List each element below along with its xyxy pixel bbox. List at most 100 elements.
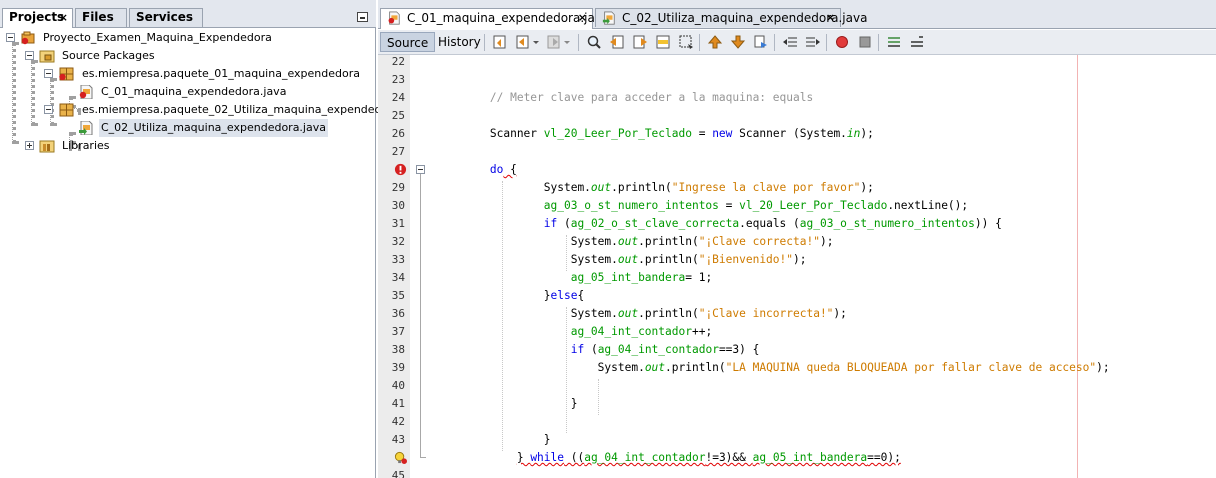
toolbar-separator [878, 34, 879, 51]
code-line[interactable]: do { [436, 161, 517, 179]
code-token: vl_20_Leer_Por_Teclado [739, 199, 888, 212]
tab-files[interactable]: Files [75, 8, 127, 27]
source-packages-icon [39, 50, 55, 63]
code-token: { [577, 289, 585, 302]
code-token: do [489, 163, 504, 176]
rectangular-selection-icon[interactable] [678, 34, 694, 50]
code-token: "LA MAQUINA queda BLOQUEADA por fallar c… [725, 361, 1097, 374]
warning-bulb-icon[interactable] [394, 451, 407, 464]
code-token: // Meter clave para acceder a la maquina… [489, 91, 814, 104]
code-line[interactable]: ag_03_o_st_numero_intentos = vl_20_Leer_… [436, 197, 968, 215]
minimize-window-icon[interactable] [357, 12, 368, 22]
code-line[interactable]: System.out.println("¡Clave correcta!"); [436, 233, 834, 251]
code-line[interactable]: } [436, 431, 551, 449]
history-view-button[interactable]: History [432, 32, 487, 52]
code-token: = [691, 127, 713, 140]
collapse-icon[interactable] [25, 51, 34, 60]
expand-icon[interactable] [25, 141, 34, 150]
line-number: 36 [391, 307, 405, 320]
code-token: ++; [691, 325, 713, 338]
editor-tabbar: C_01_maquina_expendedora.java × C_02_Uti… [378, 0, 1216, 29]
code-token: if [570, 343, 585, 356]
back-icon[interactable] [515, 34, 531, 50]
line-number: 33 [391, 253, 405, 266]
code-line[interactable]: System.out.println("Ingrese la clave por… [436, 179, 874, 197]
line-number: 43 [391, 433, 405, 446]
fold-connector [420, 457, 426, 458]
find-icon[interactable] [586, 34, 602, 50]
code-line[interactable]: ag_05_int_bandera= 1; [436, 269, 712, 287]
code-token: ag_04_int_contador [570, 325, 692, 338]
code-line[interactable]: System.out.println("¡Bienvenido!"); [436, 251, 807, 269]
error-icon[interactable] [394, 163, 407, 176]
code-token: )) { [974, 217, 1002, 230]
code-token: new [712, 127, 733, 140]
code-token: ag_03_o_st_numero_intentos [799, 217, 975, 230]
code-token: ==3) { [718, 343, 760, 356]
code-line[interactable]: if (ag_04_int_contador==3) { [436, 341, 760, 359]
toggle-bookmark-icon[interactable] [753, 34, 769, 50]
code-line[interactable]: Scanner vl_20_Leer_Por_Teclado = new Sca… [436, 125, 874, 143]
collapse-icon[interactable] [44, 105, 53, 114]
close-icon[interactable]: × [59, 9, 68, 26]
tree-connector [50, 78, 54, 126]
line-number: 35 [391, 289, 405, 302]
code-token: out [590, 181, 612, 194]
code-token: = 1; [685, 271, 713, 284]
line-number: 34 [391, 271, 405, 284]
line-number: 24 [391, 91, 405, 104]
close-tab-icon[interactable]: × [826, 9, 835, 27]
previous-bookmark-icon[interactable] [707, 34, 723, 50]
back-dropdown-icon[interactable] [532, 34, 540, 50]
line-number: 32 [391, 235, 405, 248]
code-line[interactable]: } [436, 395, 578, 413]
shift-right-icon[interactable] [805, 34, 821, 50]
code-token: System. [436, 307, 618, 320]
find-next-icon[interactable] [632, 34, 648, 50]
line-number: 41 [391, 397, 405, 410]
stop-macro-recording-icon[interactable] [857, 34, 873, 50]
collapse-icon[interactable] [6, 33, 15, 42]
code-token: out [644, 361, 666, 374]
close-tab-icon[interactable]: × [578, 9, 587, 27]
fold-collapse-icon[interactable] [416, 165, 425, 174]
start-macro-recording-icon[interactable] [834, 34, 850, 50]
toggle-highlight-icon[interactable] [655, 34, 671, 50]
tab-projects[interactable]: Projects × [2, 8, 73, 28]
last-edit-icon[interactable] [492, 34, 508, 50]
code-line[interactable]: // Meter clave para acceder a la maquina… [436, 89, 813, 107]
find-previous-icon[interactable] [609, 34, 625, 50]
java-file-icon [79, 121, 93, 135]
collapse-icon[interactable] [44, 69, 53, 78]
code-line[interactable]: System.out.println("¡Clave incorrecta!")… [436, 305, 847, 323]
line-number: 22 [391, 55, 405, 68]
uncomment-icon[interactable] [909, 34, 925, 50]
next-bookmark-icon[interactable] [730, 34, 746, 50]
code-token: } [436, 397, 578, 410]
code-token: Scanner [436, 127, 544, 140]
editor-tab-c01[interactable]: C_01_maquina_expendedora.java × [380, 8, 609, 29]
tab-services[interactable]: Services [129, 8, 203, 27]
code-token: ==0); [867, 451, 901, 464]
code-token: ); [819, 235, 834, 248]
forward-dropdown-icon[interactable] [563, 34, 571, 50]
line-number: 25 [391, 109, 405, 122]
source-view-button[interactable]: Source [380, 32, 436, 52]
code-line[interactable]: if (ag_02_o_st_clave_correcta.equals (ag… [436, 215, 1002, 233]
code-line[interactable]: } while ((ag_04_int_contador!=3)&& ag_05… [436, 449, 901, 467]
editor-tab-c02[interactable]: C_02_Utiliza_maquina_expendedora.java × [595, 8, 867, 27]
code-line[interactable]: System.out.println("LA MAQUINA queda BLO… [436, 359, 1110, 377]
code-token: "Ingrese la clave por favor" [671, 181, 861, 194]
code-token: "¡Bienvenido!" [698, 253, 793, 266]
code-line[interactable]: ag_04_int_contador++; [436, 323, 712, 341]
java-file-error-icon [79, 85, 93, 99]
forward-icon[interactable] [546, 34, 562, 50]
shift-left-icon[interactable] [782, 34, 798, 50]
code-line[interactable]: }else{ [436, 287, 584, 305]
comment-icon[interactable] [886, 34, 902, 50]
tree-connector [31, 60, 35, 126]
line-number: 31 [391, 217, 405, 230]
